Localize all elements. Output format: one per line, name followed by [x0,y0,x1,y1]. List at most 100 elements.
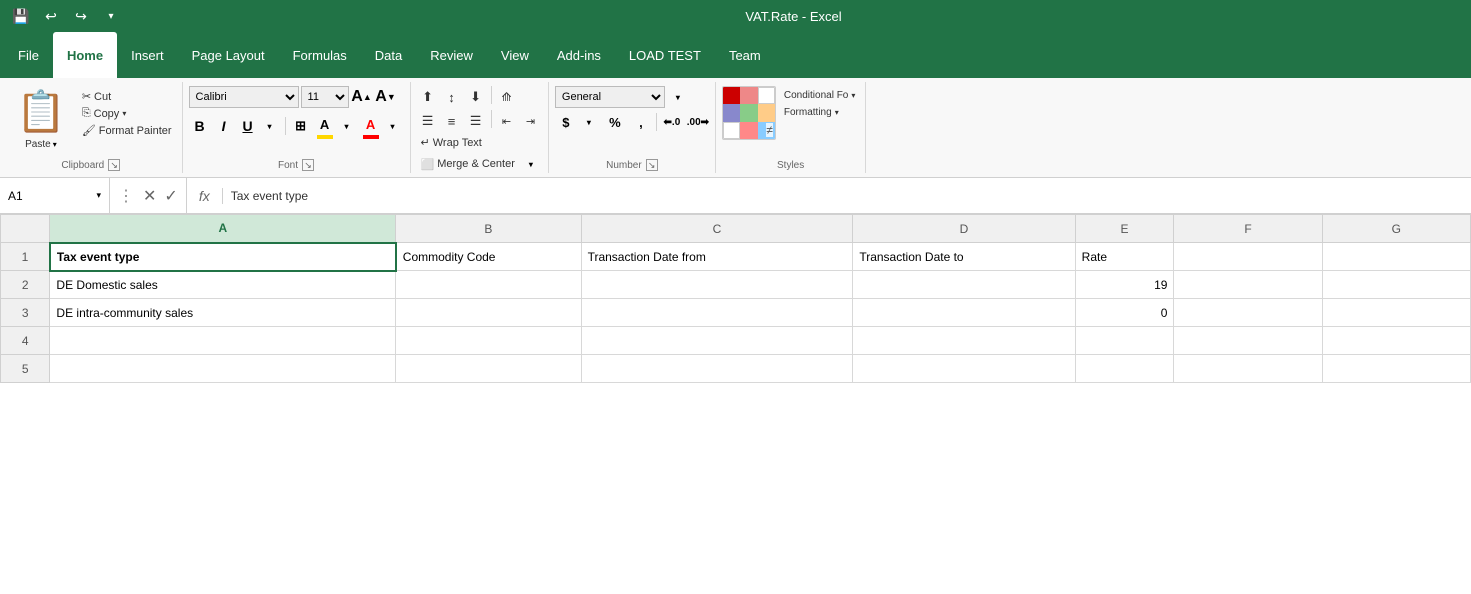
cell-A5[interactable] [50,355,396,383]
row-header-3[interactable]: 3 [1,299,50,327]
menu-item-view[interactable]: View [487,32,543,78]
decrease-indent-button[interactable]: ⇤ [496,110,518,132]
cell-E3[interactable]: 0 [1075,299,1174,327]
confirm-formula-button[interactable]: ✓ [164,186,177,206]
font-size-select[interactable]: 11 [301,86,349,108]
cell-G2[interactable] [1322,271,1470,299]
fill-color-dropdown[interactable]: ▾ [336,115,358,137]
increase-font-size-button[interactable]: A▲ [351,86,373,108]
cell-F2[interactable] [1174,271,1322,299]
col-header-d[interactable]: D [853,215,1075,243]
clipboard-expand-button[interactable]: ↘ [108,159,120,171]
cell-G5[interactable] [1322,355,1470,383]
col-header-e[interactable]: E [1075,215,1174,243]
row-header-2[interactable]: 2 [1,271,50,299]
menu-item-team[interactable]: Team [715,32,775,78]
cell-B3[interactable] [396,299,581,327]
bold-button[interactable]: B [189,115,211,137]
number-format-select[interactable]: General [555,86,665,108]
col-header-g[interactable]: G [1322,215,1470,243]
cell-G4[interactable] [1322,327,1470,355]
menu-item-home[interactable]: Home [53,32,117,78]
cell-E2[interactable]: 19 [1075,271,1174,299]
cell-C1[interactable]: Transaction Date from [581,243,853,271]
cell-C5[interactable] [581,355,853,383]
increase-decimal-button[interactable]: .00➡ [687,111,709,133]
merge-center-dropdown[interactable]: ▾ [520,153,542,175]
cell-D3[interactable] [853,299,1075,327]
align-left-button[interactable]: ☰ [417,110,439,132]
underline-button[interactable]: U [237,115,259,137]
align-top-button[interactable]: ⬆ [417,86,439,108]
format-as-table-button[interactable]: Formatting ▾ [780,105,860,120]
menu-item-review[interactable]: Review [416,32,487,78]
cell-E5[interactable] [1075,355,1174,383]
function-wizard-button[interactable]: fx [187,188,223,204]
number-format-dropdown[interactable]: ▾ [667,86,689,108]
accounting-format-dropdown[interactable]: ▾ [578,111,600,133]
comma-button[interactable]: , [630,111,652,133]
menu-item-addins[interactable]: Add-ins [543,32,615,78]
font-color-dropdown[interactable]: ▾ [382,115,404,137]
fill-color-button[interactable]: A [314,113,336,135]
italic-button[interactable]: I [213,115,235,137]
cell-E1[interactable]: Rate [1075,243,1174,271]
cell-E4[interactable] [1075,327,1174,355]
undo-button[interactable]: ↩ [38,3,64,29]
conditional-formatting-button[interactable]: Conditional Fo ▾ [780,88,860,103]
row-header-4[interactable]: 4 [1,327,50,355]
cell-B2[interactable] [396,271,581,299]
underline-dropdown[interactable]: ▾ [259,115,281,137]
font-family-select[interactable]: Calibri [189,86,299,108]
copy-button[interactable]: ⎘ Copy ▾ [78,105,176,122]
row-header-1[interactable]: 1 [1,243,50,271]
cell-D1[interactable]: Transaction Date to [853,243,1075,271]
accounting-format-button[interactable]: $ [555,111,577,133]
cell-B1[interactable]: Commodity Code [396,243,581,271]
number-expand-button[interactable]: ↘ [646,159,658,171]
cell-C2[interactable] [581,271,853,299]
font-expand-button[interactable]: ↘ [302,159,314,171]
cut-button[interactable]: ✂ Cut [78,88,176,105]
col-header-f[interactable]: F [1174,215,1322,243]
menu-item-pagelayout[interactable]: Page Layout [178,32,279,78]
cell-C4[interactable] [581,327,853,355]
col-header-c[interactable]: C [581,215,853,243]
percent-button[interactable]: % [604,111,626,133]
align-center-button[interactable]: ≡ [441,110,463,132]
cell-A1[interactable]: Tax event type [50,243,396,271]
align-bottom-button[interactable]: ⬇ [465,86,487,108]
menu-item-data[interactable]: Data [361,32,416,78]
menu-item-loadtest[interactable]: LOAD TEST [615,32,715,78]
decrease-font-size-button[interactable]: A▼ [375,86,397,108]
paste-button[interactable]: 📋 [10,84,72,139]
cell-F1[interactable] [1174,243,1322,271]
increase-indent-button[interactable]: ⇥ [520,110,542,132]
border-button[interactable]: ⊞ [290,115,312,137]
redo-button[interactable]: ↪ [68,3,94,29]
cancel-formula-button[interactable]: ✕ [143,186,156,206]
align-middle-button[interactable]: ↕ [441,86,463,108]
menu-item-insert[interactable]: Insert [117,32,178,78]
cell-A2[interactable]: DE Domestic sales [50,271,396,299]
cell-D4[interactable] [853,327,1075,355]
menu-item-formulas[interactable]: Formulas [279,32,361,78]
cell-C3[interactable] [581,299,853,327]
cell-A4[interactable] [50,327,396,355]
cell-D5[interactable] [853,355,1075,383]
merge-center-button[interactable]: ⬜ Merge & Center [417,156,519,173]
cell-A3[interactable]: DE intra-community sales [50,299,396,327]
col-header-b[interactable]: B [396,215,581,243]
col-header-a[interactable]: A [50,215,396,243]
cell-F4[interactable] [1174,327,1322,355]
format-painter-button[interactable]: 🖌 Format Painter [78,122,176,139]
cell-G1[interactable] [1322,243,1470,271]
cell-B4[interactable] [396,327,581,355]
cell-F5[interactable] [1174,355,1322,383]
row-header-5[interactable]: 5 [1,355,50,383]
menu-item-file[interactable]: File [4,32,53,78]
rotate-text-button[interactable]: ⟰ [496,86,518,108]
decrease-decimal-button[interactable]: ⬅.0 [661,111,683,133]
align-right-button[interactable]: ☰ [465,110,487,132]
cell-reference-box[interactable]: A1 ▾ [0,178,110,213]
